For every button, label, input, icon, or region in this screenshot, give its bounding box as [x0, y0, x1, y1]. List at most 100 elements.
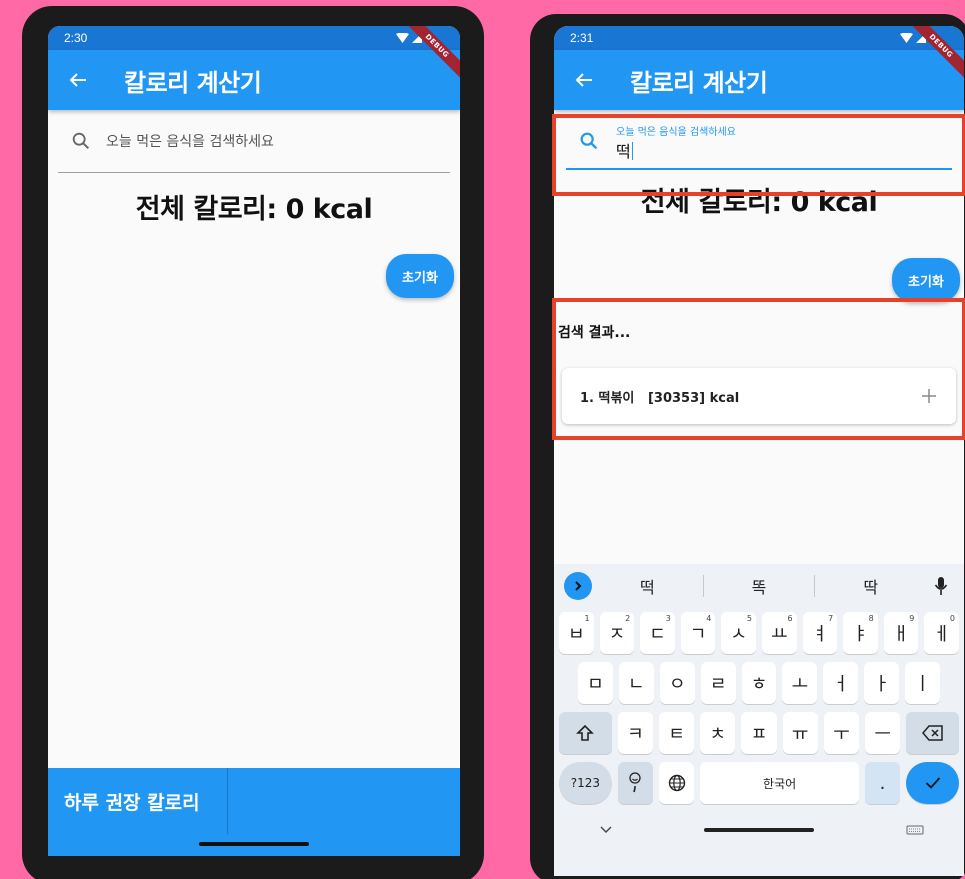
- key-row2-4[interactable]: ㄹ: [700, 662, 736, 704]
- key-7[interactable]: ㅕ7: [802, 612, 838, 654]
- key-6[interactable]: ㅛ6: [761, 612, 797, 654]
- checkmark-icon: [925, 777, 940, 789]
- search-input[interactable]: 오늘 먹은 음식을 검색하세요: [58, 110, 450, 173]
- key-3[interactable]: ㄷ3: [640, 612, 675, 654]
- key-row3-5[interactable]: ㅠ: [782, 712, 818, 754]
- key-label: ㅐ: [892, 624, 910, 645]
- key-number-hint: 5: [746, 614, 752, 623]
- shift-key[interactable]: [559, 712, 612, 754]
- symbols-key[interactable]: ?123: [559, 762, 612, 804]
- wifi-icon: [900, 33, 913, 43]
- key-4[interactable]: ㄱ4: [680, 612, 716, 654]
- key-row2-3[interactable]: ㅇ: [659, 662, 695, 704]
- key-row3-7[interactable]: ㅡ: [865, 712, 901, 754]
- key-row2-9[interactable]: ㅣ: [905, 662, 941, 704]
- signal-icon: [412, 33, 422, 43]
- back-arrow-icon[interactable]: [66, 68, 90, 92]
- key-row2-5[interactable]: ㅎ: [741, 662, 777, 704]
- key-number-hint: 6: [787, 614, 793, 623]
- home-indicator[interactable]: [704, 828, 814, 832]
- search-icon: [72, 132, 90, 150]
- suggestion-3[interactable]: 딱: [815, 574, 926, 598]
- key-label: ㄱ: [689, 624, 707, 645]
- wifi-icon: [396, 33, 409, 43]
- search-placeholder: 오늘 먹은 음식을 검색하세요: [106, 134, 274, 150]
- chevron-right-icon: [575, 581, 582, 591]
- key-label: ㅛ: [770, 624, 788, 645]
- key-row3-3[interactable]: ㅊ: [700, 712, 736, 754]
- reset-button[interactable]: 초기화: [892, 258, 960, 302]
- suggestion-2[interactable]: 똑: [704, 574, 815, 598]
- suggestion-1[interactable]: 떡: [592, 574, 703, 598]
- keyboard-nav-bar: [554, 808, 964, 852]
- key-label: ㅈ: [608, 624, 626, 645]
- key-row2-6[interactable]: ㅗ: [782, 662, 818, 704]
- key-number-hint: 8: [868, 614, 874, 623]
- key-row3-2[interactable]: ㅌ: [659, 712, 695, 754]
- key-row2-8[interactable]: ㅏ: [864, 662, 900, 704]
- key-1[interactable]: ㅂ1: [559, 612, 594, 654]
- key-row-1: ㅂ1ㅈ2ㄷ3ㄱ4ㅅ5ㅛ6ㅕ7ㅑ8ㅐ9ㅔ0: [554, 608, 964, 658]
- keyboard-switch-icon[interactable]: [906, 825, 924, 835]
- highlight-search-box: [552, 114, 965, 196]
- signal-icon: [916, 33, 926, 43]
- emoji-key[interactable]: [617, 762, 654, 804]
- soft-keyboard: 떡 똑 딱 ㅂ1ㅈ2ㄷ3ㄱ4ㅅ5ㅛ6ㅕ7ㅑ8ㅐ9ㅔ0 ㅁㄴㅇㄹㅎㅗㅓㅏㅣ ㅋㅌㅊ…: [554, 564, 964, 876]
- key-number-hint: 0: [949, 614, 955, 623]
- key-row-3: ㅋㅌㅊㅍㅠㅜㅡ: [554, 708, 964, 758]
- key-number-hint: 1: [584, 614, 590, 623]
- globe-icon: [668, 774, 685, 792]
- status-bar: 2:30: [48, 26, 460, 50]
- status-icons: [900, 33, 926, 43]
- suggestion-bar: 떡 똑 딱: [554, 564, 964, 608]
- key-9[interactable]: ㅐ9: [883, 612, 919, 654]
- key-5[interactable]: ㅅ5: [721, 612, 756, 654]
- left-phone-frame: 2:30 칼로리 계산기 DEBUG 오늘 먹은 음식을 검색하세요 전체 칼로…: [22, 6, 484, 879]
- backspace-icon: [921, 725, 943, 741]
- enter-key[interactable]: [906, 762, 959, 804]
- key-8[interactable]: ㅑ8: [843, 612, 878, 654]
- key-row2-2[interactable]: ㄴ: [618, 662, 654, 704]
- status-time: 2:30: [64, 31, 88, 45]
- key-row3-6[interactable]: ㅜ: [823, 712, 860, 754]
- key-row3-4[interactable]: ㅍ: [741, 712, 777, 754]
- status-icons: [396, 33, 422, 43]
- tab-daily-recommended[interactable]: 하루 권장 칼로리: [48, 768, 228, 834]
- app-bar: 칼로리 계산기: [554, 50, 964, 110]
- key-10[interactable]: ㅔ0: [924, 612, 959, 654]
- space-key[interactable]: 한국어: [700, 762, 859, 804]
- key-label: ㅅ: [730, 624, 747, 645]
- status-bar: 2:31: [554, 26, 964, 50]
- page-title: 칼로리 계산기: [124, 68, 262, 97]
- right-phone-frame: 2:31 칼로리 계산기 DEBUG 오늘 먹은 음식을 검색하세요 떡 전체 …: [530, 14, 965, 879]
- left-screen: 2:30 칼로리 계산기 DEBUG 오늘 먹은 음식을 검색하세요 전체 칼로…: [48, 26, 460, 856]
- backspace-key[interactable]: [906, 712, 960, 754]
- chevron-down-icon[interactable]: [600, 826, 612, 834]
- key-row-2: ㅁㄴㅇㄹㅎㅗㅓㅏㅣ: [554, 658, 964, 708]
- key-number-hint: 4: [706, 614, 712, 623]
- emoji-icon: [629, 772, 642, 793]
- key-row2-7[interactable]: ㅓ: [823, 662, 859, 704]
- bottom-nav: 하루 권장 칼로리: [48, 768, 460, 856]
- highlight-results-box: [552, 298, 965, 440]
- key-number-hint: 9: [909, 614, 915, 623]
- key-row2-1[interactable]: ㅁ: [578, 662, 613, 704]
- back-arrow-icon[interactable]: [572, 68, 596, 92]
- key-row-4: ?123 한국어 .: [554, 758, 964, 808]
- period-key[interactable]: .: [864, 762, 901, 804]
- page-title: 칼로리 계산기: [630, 68, 768, 97]
- key-label: ㅕ: [811, 624, 829, 645]
- home-indicator[interactable]: [199, 842, 309, 846]
- language-key[interactable]: [659, 762, 695, 804]
- key-2[interactable]: ㅈ2: [599, 612, 635, 654]
- reset-button[interactable]: 초기화: [386, 254, 454, 298]
- key-label: ㅑ: [852, 624, 869, 645]
- key-number-hint: 2: [625, 614, 631, 623]
- key-number-hint: 7: [828, 614, 834, 623]
- microphone-icon[interactable]: [926, 571, 956, 601]
- total-calories: 전체 칼로리: 0 kcal: [135, 194, 373, 225]
- key-number-hint: 3: [665, 614, 671, 623]
- expand-suggestions-button[interactable]: [564, 572, 592, 600]
- key-row3-1[interactable]: ㅋ: [617, 712, 653, 754]
- key-label: ㅔ: [933, 624, 950, 645]
